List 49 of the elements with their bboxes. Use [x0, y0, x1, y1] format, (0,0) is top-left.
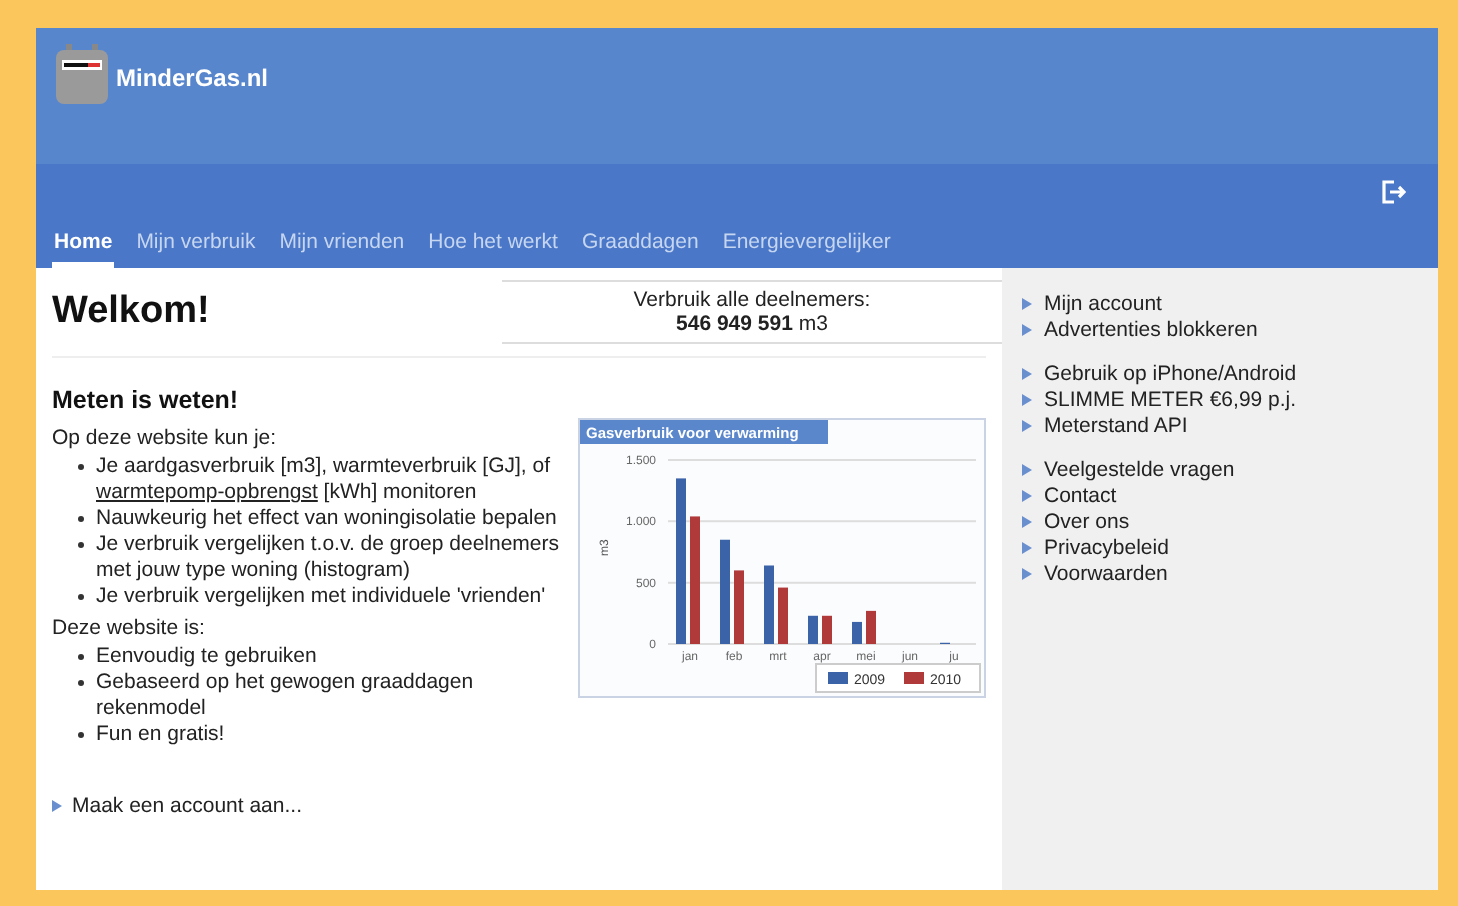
bullet-arrow-icon — [1022, 298, 1032, 310]
chart-bar — [690, 516, 700, 644]
chart-bar — [866, 610, 876, 644]
bullet-arrow-icon — [1022, 368, 1032, 380]
sidebar-link[interactable]: SLIMME METER €6,99 p.j. — [1044, 388, 1297, 412]
chart-bar — [778, 587, 788, 644]
chart-bar — [734, 570, 744, 644]
bullet-arrow-icon — [1022, 420, 1032, 432]
signup-link[interactable]: Maak een account aan... — [72, 794, 302, 818]
chart-bar — [720, 539, 730, 644]
gas-meter-icon — [56, 44, 108, 104]
bullet-arrow-icon — [1022, 394, 1032, 406]
sidebar-link[interactable]: Advertenties blokkeren — [1044, 318, 1258, 342]
stats-label: Verbruik alle deelnemers: — [631, 288, 873, 312]
feature-item: Je verbruik vergelijken t.o.v. de groep deelnemers met jouw type woning (histogram) — [76, 532, 570, 584]
section-heading: Meten is weten! — [52, 386, 241, 414]
chart-bar — [822, 615, 832, 644]
quality-item: Fun en gratis! — [76, 722, 570, 748]
feature-item: Je verbruik vergelijken met individuele 'vrienden' — [76, 584, 570, 610]
bullet-arrow-icon — [1022, 568, 1032, 580]
chart-bar — [852, 621, 862, 644]
quality-item: Eenvoudig te gebruiken — [76, 644, 570, 670]
chart-bar — [764, 565, 774, 644]
nav-tab[interactable]: Home — [52, 230, 115, 268]
bullet-arrow-icon — [52, 800, 62, 812]
sidebar-link[interactable]: Over ons — [1044, 510, 1130, 534]
bullet-arrow-icon — [1022, 542, 1032, 554]
site-name: MinderGas.nl — [116, 64, 269, 92]
sidebar-link[interactable]: Privacybeleid — [1044, 536, 1169, 560]
chart-bar — [808, 615, 818, 644]
quality-item: Gebaseerd op het gewogen graaddagen rekenmodel — [76, 670, 570, 722]
page-title: Welkom! — [52, 290, 210, 334]
intro-text: Op deze website kun je: — [52, 426, 279, 450]
sidebar-link[interactable]: Meterstand API — [1044, 414, 1188, 438]
sidebar-link[interactable]: Mijn account — [1044, 292, 1162, 316]
sidebar-link[interactable]: Gebruik op iPhone/Android — [1044, 362, 1297, 386]
feature-item: Je aardgasverbruik [m3], warmteverbruik [GJ], of warmtepomp-opbrengst [kWh] monitoren — [76, 454, 570, 506]
sidebar-link[interactable]: Veelgestelde vragen — [1044, 458, 1235, 482]
bullet-arrow-icon — [1022, 490, 1032, 502]
intro-text: Deze website is: — [52, 616, 207, 640]
stats-value: 546 949 591 m3 — [674, 312, 830, 336]
text-link[interactable]: warmtepomp-opbrengst — [96, 480, 318, 504]
bullet-arrow-icon — [1022, 324, 1032, 336]
sidebar-link[interactable]: Voorwaarden — [1044, 562, 1168, 586]
feature-item: Nauwkeurig het effect van woningisolatie bepalen — [76, 506, 570, 532]
logout-icon[interactable] — [1380, 180, 1406, 204]
bullet-arrow-icon — [1022, 464, 1032, 476]
bullet-arrow-icon — [1022, 516, 1032, 528]
sidebar-link[interactable]: Contact — [1044, 484, 1117, 508]
